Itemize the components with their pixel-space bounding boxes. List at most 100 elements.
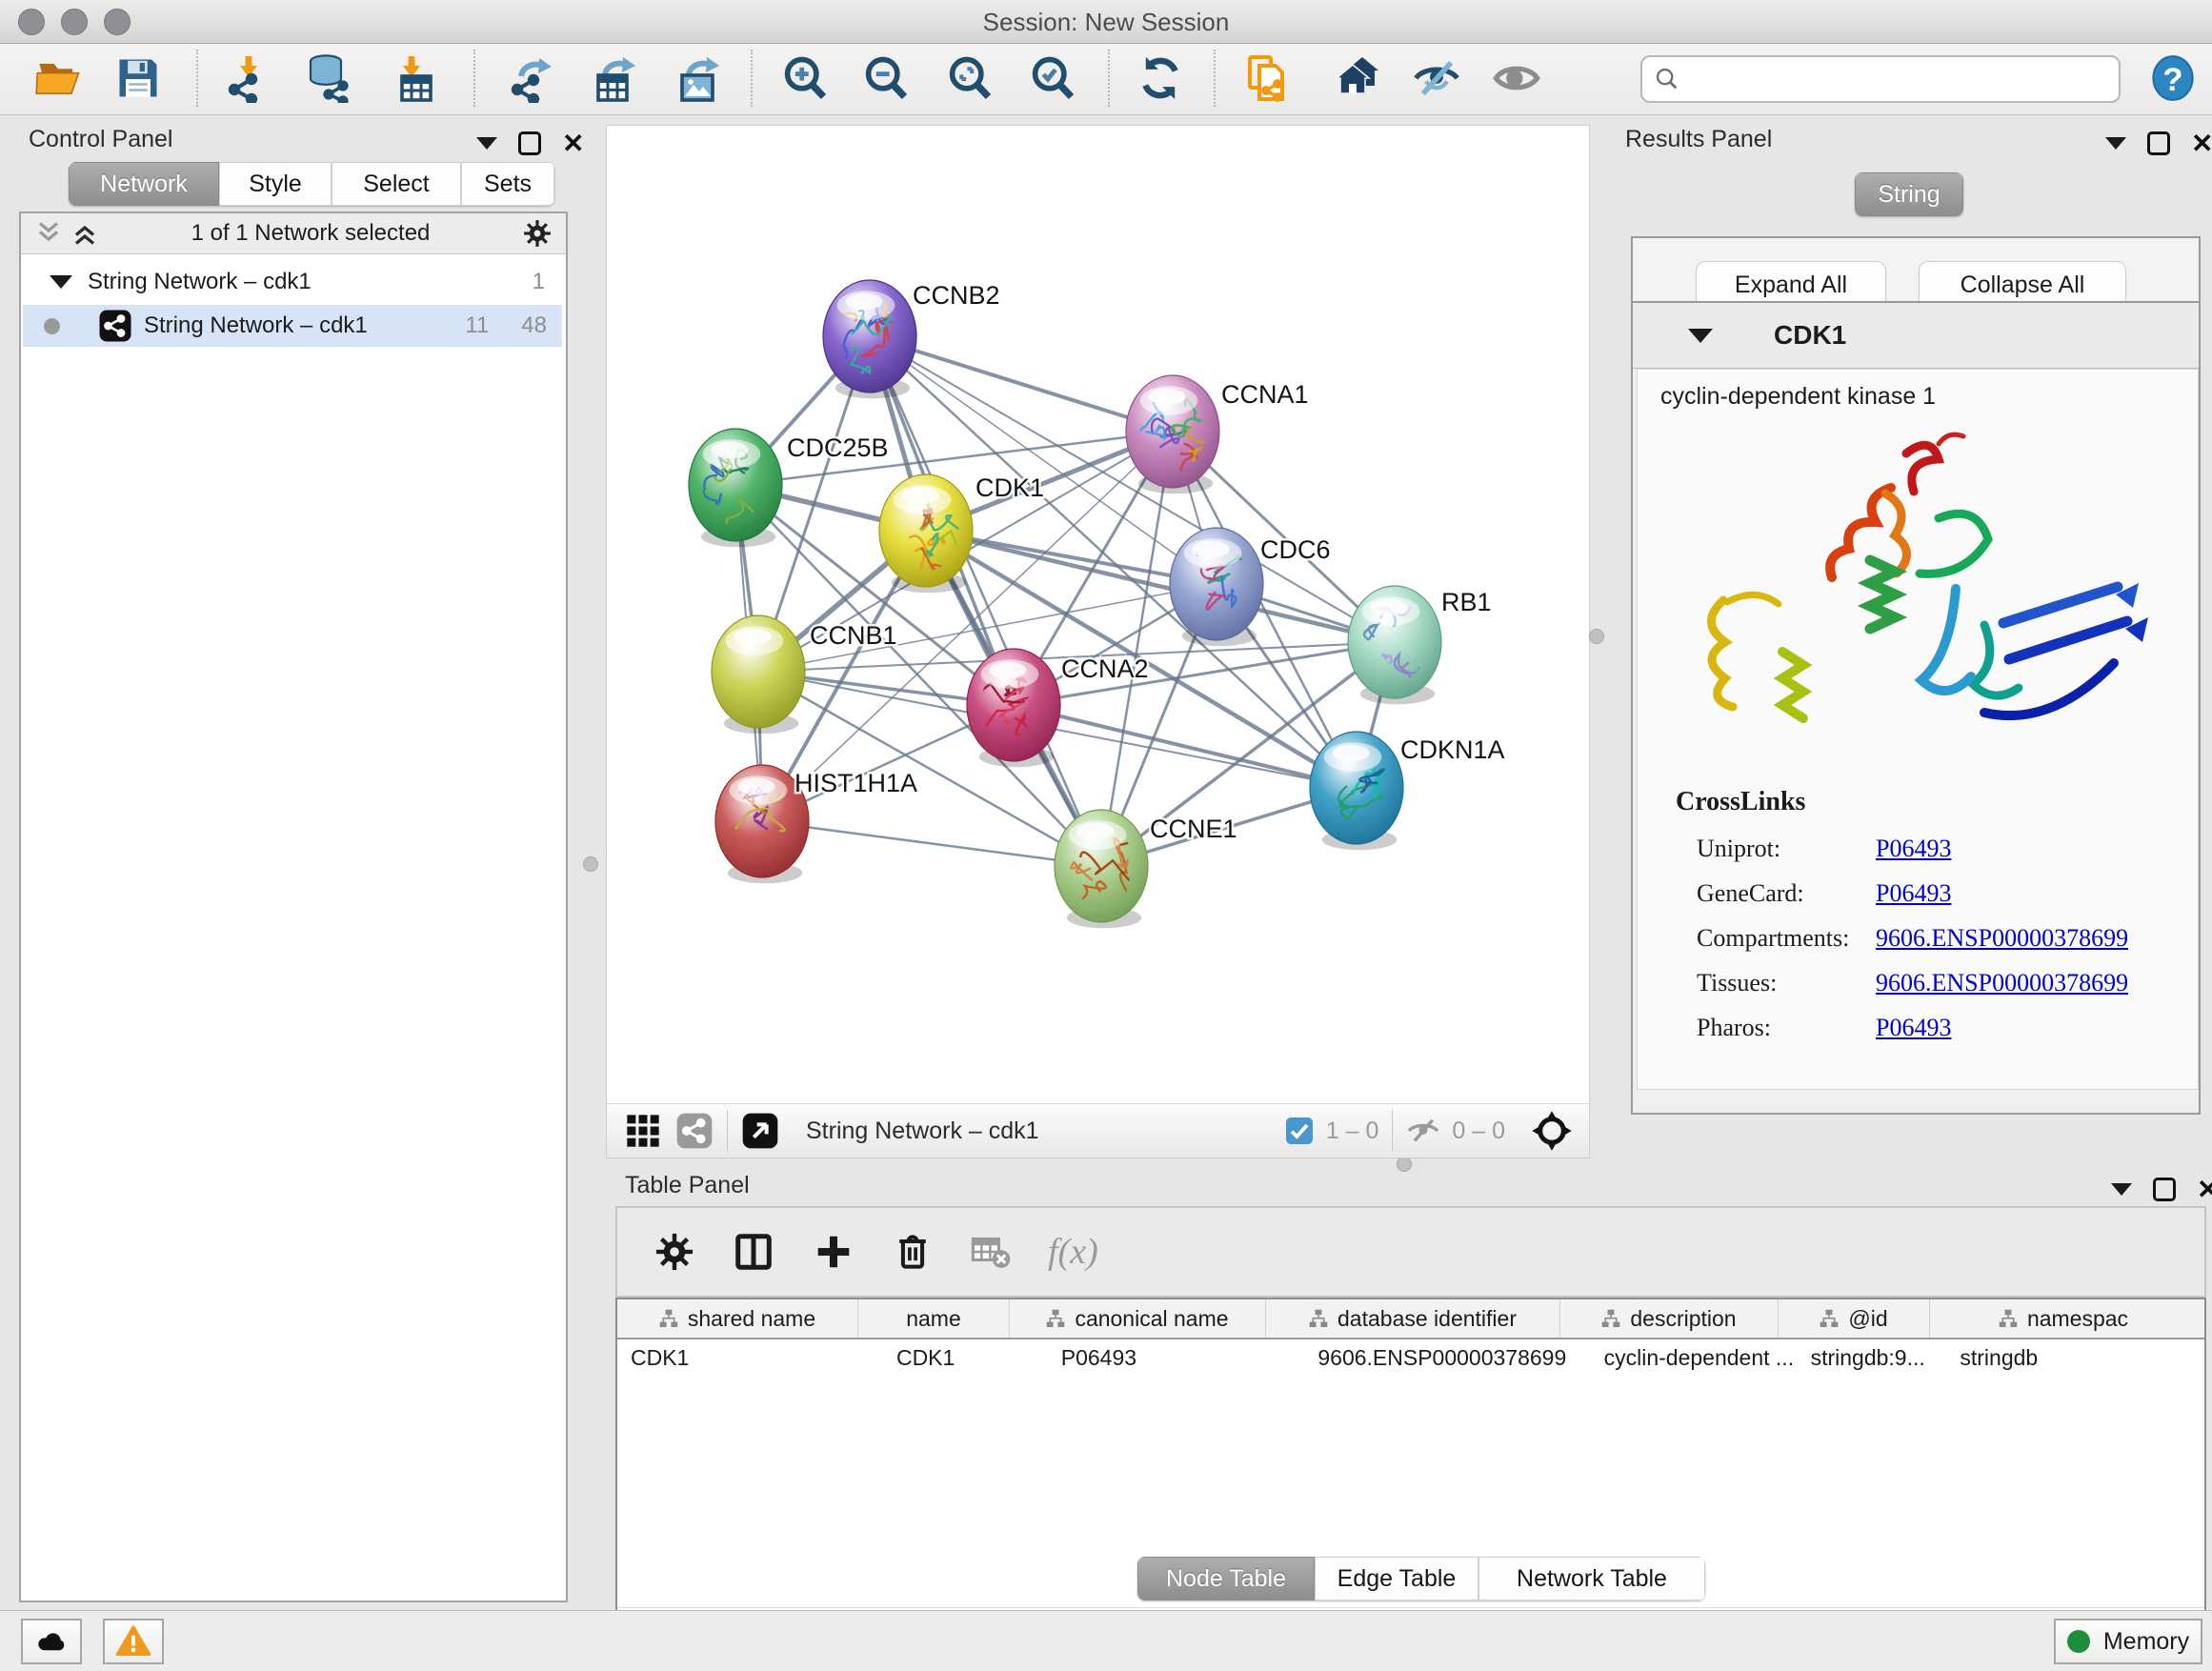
- zoom-fit-button[interactable]: [942, 50, 997, 107]
- panel-menu-icon[interactable]: [2111, 1183, 2132, 1196]
- tree-expander-icon[interactable]: [50, 275, 72, 289]
- section-expander-icon[interactable]: [1688, 329, 1713, 343]
- export-network-button[interactable]: [503, 50, 558, 107]
- warning-status-button[interactable]: [103, 1619, 164, 1664]
- delete-table-button[interactable]: [970, 1231, 1012, 1273]
- node-label: CCNA1: [1221, 380, 1309, 409]
- network-view-toolbar: String Network – cdk1 1 – 0 0 – 0: [606, 1103, 1590, 1158]
- right-splitter-handle[interactable]: [1589, 629, 1604, 644]
- panel-menu-icon[interactable]: [476, 137, 497, 150]
- network-node-CCNB1[interactable]: [712, 615, 805, 734]
- node-label: CCNB2: [913, 281, 1000, 310]
- network-row-label: String Network – cdk1: [144, 312, 465, 339]
- panel-close-icon[interactable]: ✕: [2191, 134, 2212, 153]
- zoom-selected-button[interactable]: [1025, 50, 1080, 107]
- crosslink-value[interactable]: P06493: [1876, 879, 1951, 908]
- zoom-out-button[interactable]: [858, 50, 914, 107]
- network-edge[interactable]: [1014, 705, 1357, 788]
- network-list-panel: 1 of 1 Network selected String Network –…: [19, 211, 568, 1602]
- column-header[interactable]: canonical name: [1010, 1299, 1266, 1338]
- tab-network[interactable]: Network: [69, 162, 219, 206]
- network-node-CDKN1A[interactable]: [1310, 732, 1403, 850]
- tab-style[interactable]: Style: [219, 162, 332, 206]
- export-table-button[interactable]: [587, 50, 642, 107]
- panel-close-icon[interactable]: ✕: [2197, 1180, 2212, 1199]
- gear-icon[interactable]: [522, 218, 553, 249]
- zoom-in-button[interactable]: [777, 50, 833, 107]
- show-columns-button[interactable]: [732, 1230, 775, 1274]
- tab-node-table[interactable]: Node Table: [1137, 1557, 1315, 1601]
- column-header[interactable]: @id: [1779, 1299, 1930, 1338]
- network-collection-row[interactable]: String Network – cdk1 1: [23, 261, 562, 303]
- function-builder-button[interactable]: f(x): [1048, 1231, 1098, 1273]
- delete-column-button[interactable]: [892, 1231, 934, 1273]
- help-button[interactable]: ?: [2145, 50, 2201, 107]
- zoom-out-icon: [861, 53, 911, 103]
- network-edge[interactable]: [1101, 432, 1173, 866]
- expand-all-icon[interactable]: [70, 219, 99, 248]
- network-edge[interactable]: [762, 821, 1101, 866]
- network-row-selected[interactable]: String Network – cdk1 11 48: [23, 305, 562, 347]
- network-view-canvas[interactable]: CCNB2CCNA1CDC25BCDK1CDC6RB1CCNB1CCNA2CDK…: [606, 125, 1590, 1104]
- memory-status-dot: [2067, 1630, 2090, 1653]
- network-node-RB1[interactable]: [1348, 586, 1441, 704]
- save-session-button[interactable]: [111, 50, 166, 107]
- collapse-all-icon[interactable]: [34, 219, 63, 248]
- memory-button[interactable]: Memory: [2054, 1619, 2202, 1664]
- open-in-new-window-icon[interactable]: [741, 1112, 779, 1150]
- refresh-icon: [1136, 53, 1185, 103]
- import-network-database-button[interactable]: [301, 50, 356, 107]
- import-table-file-button[interactable]: [384, 50, 439, 107]
- copy-network-button[interactable]: [1239, 50, 1295, 107]
- export-image-button[interactable]: [671, 50, 726, 107]
- crosslink-value[interactable]: 9606.ENSP00000378699: [1876, 969, 2128, 997]
- cloud-icon: [34, 1624, 69, 1659]
- panel-menu-icon[interactable]: [2105, 137, 2126, 150]
- crosslink-value[interactable]: 9606.ENSP00000378699: [1876, 924, 2128, 953]
- column-tree-icon: [1309, 1309, 1328, 1328]
- panel-float-icon[interactable]: [518, 131, 541, 155]
- search-input[interactable]: [1680, 60, 2119, 98]
- network-node-CDK1[interactable]: [879, 474, 973, 593]
- column-header[interactable]: description: [1560, 1299, 1779, 1338]
- column-header[interactable]: shared name: [617, 1299, 858, 1338]
- control-panel-tabs: Network Style Select Sets: [69, 162, 554, 206]
- birds-eye-view-icon[interactable]: [624, 1112, 662, 1150]
- crosslink-value[interactable]: P06493: [1876, 1014, 1951, 1042]
- table-settings-button[interactable]: [654, 1231, 695, 1273]
- hide-selected-button[interactable]: [1409, 50, 1464, 107]
- results-panel-tabs: String: [1855, 172, 1963, 216]
- left-splitter-handle[interactable]: [583, 856, 598, 872]
- tab-string[interactable]: String: [1855, 172, 1963, 216]
- columns-icon: [732, 1230, 775, 1274]
- tab-sets[interactable]: Sets: [461, 162, 554, 206]
- results-scrollbar-track[interactable]: [1637, 1090, 2197, 1107]
- table-row[interactable]: CDK1 CDK1 P06493 9606.ENSP00000378699 cy…: [617, 1339, 2204, 1378]
- gene-section-header[interactable]: CDK1: [1633, 303, 2199, 369]
- network-badge-icon[interactable]: [675, 1112, 714, 1150]
- panel-float-icon[interactable]: [2147, 131, 2170, 155]
- selected-checkbox-icon[interactable]: [1284, 1116, 1315, 1146]
- column-header[interactable]: database identifier: [1266, 1299, 1560, 1338]
- refresh-button[interactable]: [1133, 50, 1188, 107]
- network-node-CCNA2[interactable]: [967, 649, 1060, 767]
- tab-edge-table[interactable]: Edge Table: [1315, 1557, 1478, 1601]
- create-column-button[interactable]: [812, 1230, 855, 1274]
- network-node-CCNA1[interactable]: [1126, 375, 1228, 493]
- cloud-status-button[interactable]: [21, 1619, 82, 1664]
- home-button[interactable]: [1330, 50, 1385, 107]
- network-node-CCNB2[interactable]: [823, 276, 916, 398]
- column-header[interactable]: namespac: [1930, 1299, 2197, 1338]
- panel-close-icon[interactable]: ✕: [562, 134, 584, 153]
- help-icon: ?: [2148, 53, 2198, 103]
- show-all-button[interactable]: [1489, 50, 1544, 107]
- center-view-crosshair-icon[interactable]: [1530, 1109, 1574, 1153]
- panel-float-icon[interactable]: [2153, 1178, 2176, 1201]
- import-network-file-button[interactable]: [218, 50, 273, 107]
- crosslink-value[interactable]: P06493: [1876, 835, 1951, 863]
- tab-network-table[interactable]: Network Table: [1478, 1557, 1705, 1601]
- network-node-CDC25B[interactable]: [689, 429, 782, 547]
- column-header[interactable]: name: [858, 1299, 1010, 1338]
- tab-select[interactable]: Select: [332, 162, 461, 206]
- open-session-button[interactable]: [31, 50, 87, 107]
